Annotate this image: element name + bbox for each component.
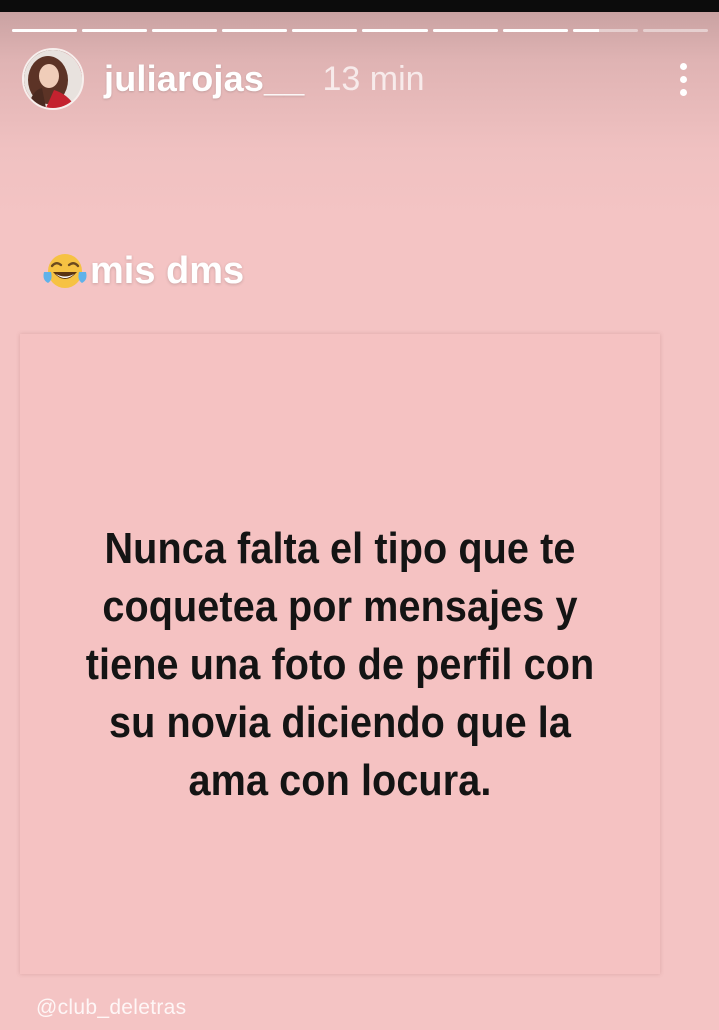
more-dot	[679, 88, 687, 96]
progress-segment-fill	[572, 29, 599, 32]
quote-card: Nunca falta el tipo que te coquetea por …	[20, 334, 660, 974]
progress-segment	[82, 29, 148, 32]
progress-segment	[292, 29, 358, 32]
progress-segment	[152, 29, 218, 32]
progress-segment-fill	[362, 29, 428, 32]
progress-segment-fill	[12, 29, 78, 32]
progress-segment-fill	[222, 29, 288, 32]
story-progress-bar	[12, 29, 708, 32]
progress-segment	[642, 29, 708, 32]
progress-segment-fill	[292, 29, 358, 32]
progress-segment	[502, 29, 568, 32]
status-bar	[0, 0, 719, 12]
caption-text: mis dms	[90, 249, 245, 292]
story-header: juliarojas__ 13 min	[22, 47, 695, 111]
more-dot	[679, 62, 687, 70]
progress-segment	[432, 29, 498, 32]
more-vertical-icon[interactable]	[671, 59, 695, 99]
face-with-tears-of-joy-icon	[43, 254, 87, 288]
avatar-photo	[24, 50, 82, 108]
progress-segment-fill	[432, 29, 498, 32]
story-timestamp: 13 min	[322, 59, 425, 98]
progress-segment-fill	[82, 29, 148, 32]
avatar[interactable]	[22, 48, 84, 110]
more-dot	[679, 75, 687, 83]
progress-segment	[572, 29, 638, 32]
watermark: @club_deletras	[36, 996, 187, 1019]
progress-segment-fill	[152, 29, 218, 32]
quote-text: Nunca falta el tipo que te coquetea por …	[85, 524, 595, 805]
story-screen: juliarojas__ 13 min mis dms Nunca falta …	[0, 0, 719, 1030]
progress-segment	[12, 29, 78, 32]
progress-segment	[362, 29, 428, 32]
progress-segment-fill	[502, 29, 568, 32]
story-username[interactable]: juliarojas__	[104, 58, 305, 100]
story-caption: mis dms	[42, 248, 244, 294]
progress-segment	[222, 29, 288, 32]
